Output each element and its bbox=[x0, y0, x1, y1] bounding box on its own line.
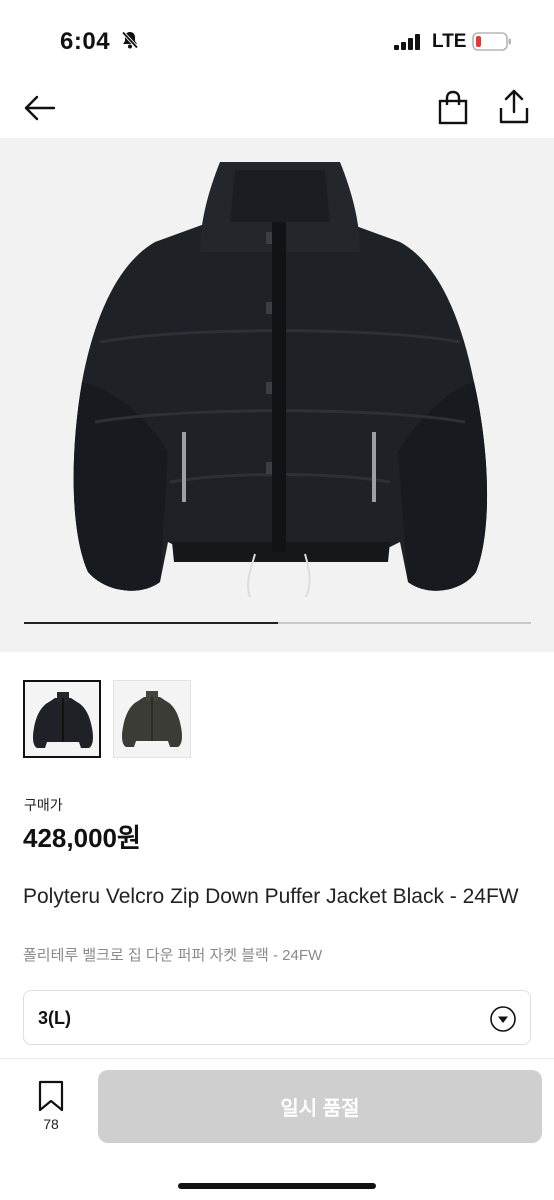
jacket-thumbnail-image bbox=[33, 692, 93, 748]
size-selected-value: 3(L) bbox=[38, 1008, 71, 1028]
wish-count: 78 bbox=[43, 1116, 59, 1132]
home-indicator bbox=[178, 1183, 376, 1189]
product-title: Polyteru Velcro Zip Down Puffer Jacket B… bbox=[23, 885, 519, 908]
thumbnail-khaki[interactable] bbox=[113, 680, 191, 758]
bookmark-icon bbox=[38, 1080, 64, 1112]
arrow-left-icon[interactable] bbox=[22, 90, 58, 126]
buy-button[interactable]: 일시 품절 bbox=[98, 1070, 542, 1143]
share-icon[interactable] bbox=[496, 88, 532, 126]
price-label: 구매가 bbox=[24, 797, 63, 813]
carrier-label: LTE bbox=[432, 31, 467, 52]
thumbnail-strip bbox=[23, 680, 191, 758]
product-image-gallery[interactable] bbox=[0, 138, 554, 652]
status-bar: 6:04 LTE bbox=[0, 0, 554, 78]
divider bbox=[0, 1058, 554, 1059]
signal-icon bbox=[394, 34, 420, 50]
jacket-thumbnail-image bbox=[122, 691, 182, 747]
shopping-bag-icon[interactable] bbox=[436, 90, 470, 126]
wish-button[interactable]: 78 bbox=[32, 1080, 70, 1136]
size-select[interactable]: 3(L) bbox=[23, 990, 531, 1045]
gallery-progress-track bbox=[24, 622, 531, 624]
product-image bbox=[73, 162, 488, 598]
chevron-down-circle-icon bbox=[490, 1006, 516, 1032]
product-subtitle: 폴리테루 밸크로 집 다운 퍼퍼 자켓 블랙 - 24FW bbox=[23, 947, 323, 964]
price-value: 428,000원 bbox=[23, 823, 141, 853]
bell-muted-icon bbox=[121, 31, 139, 49]
thumbnail-black[interactable] bbox=[23, 680, 101, 758]
status-time: 6:04 bbox=[60, 28, 111, 55]
nav-bar bbox=[0, 78, 554, 138]
battery-icon bbox=[472, 32, 511, 51]
gallery-progress-fill bbox=[24, 622, 278, 624]
